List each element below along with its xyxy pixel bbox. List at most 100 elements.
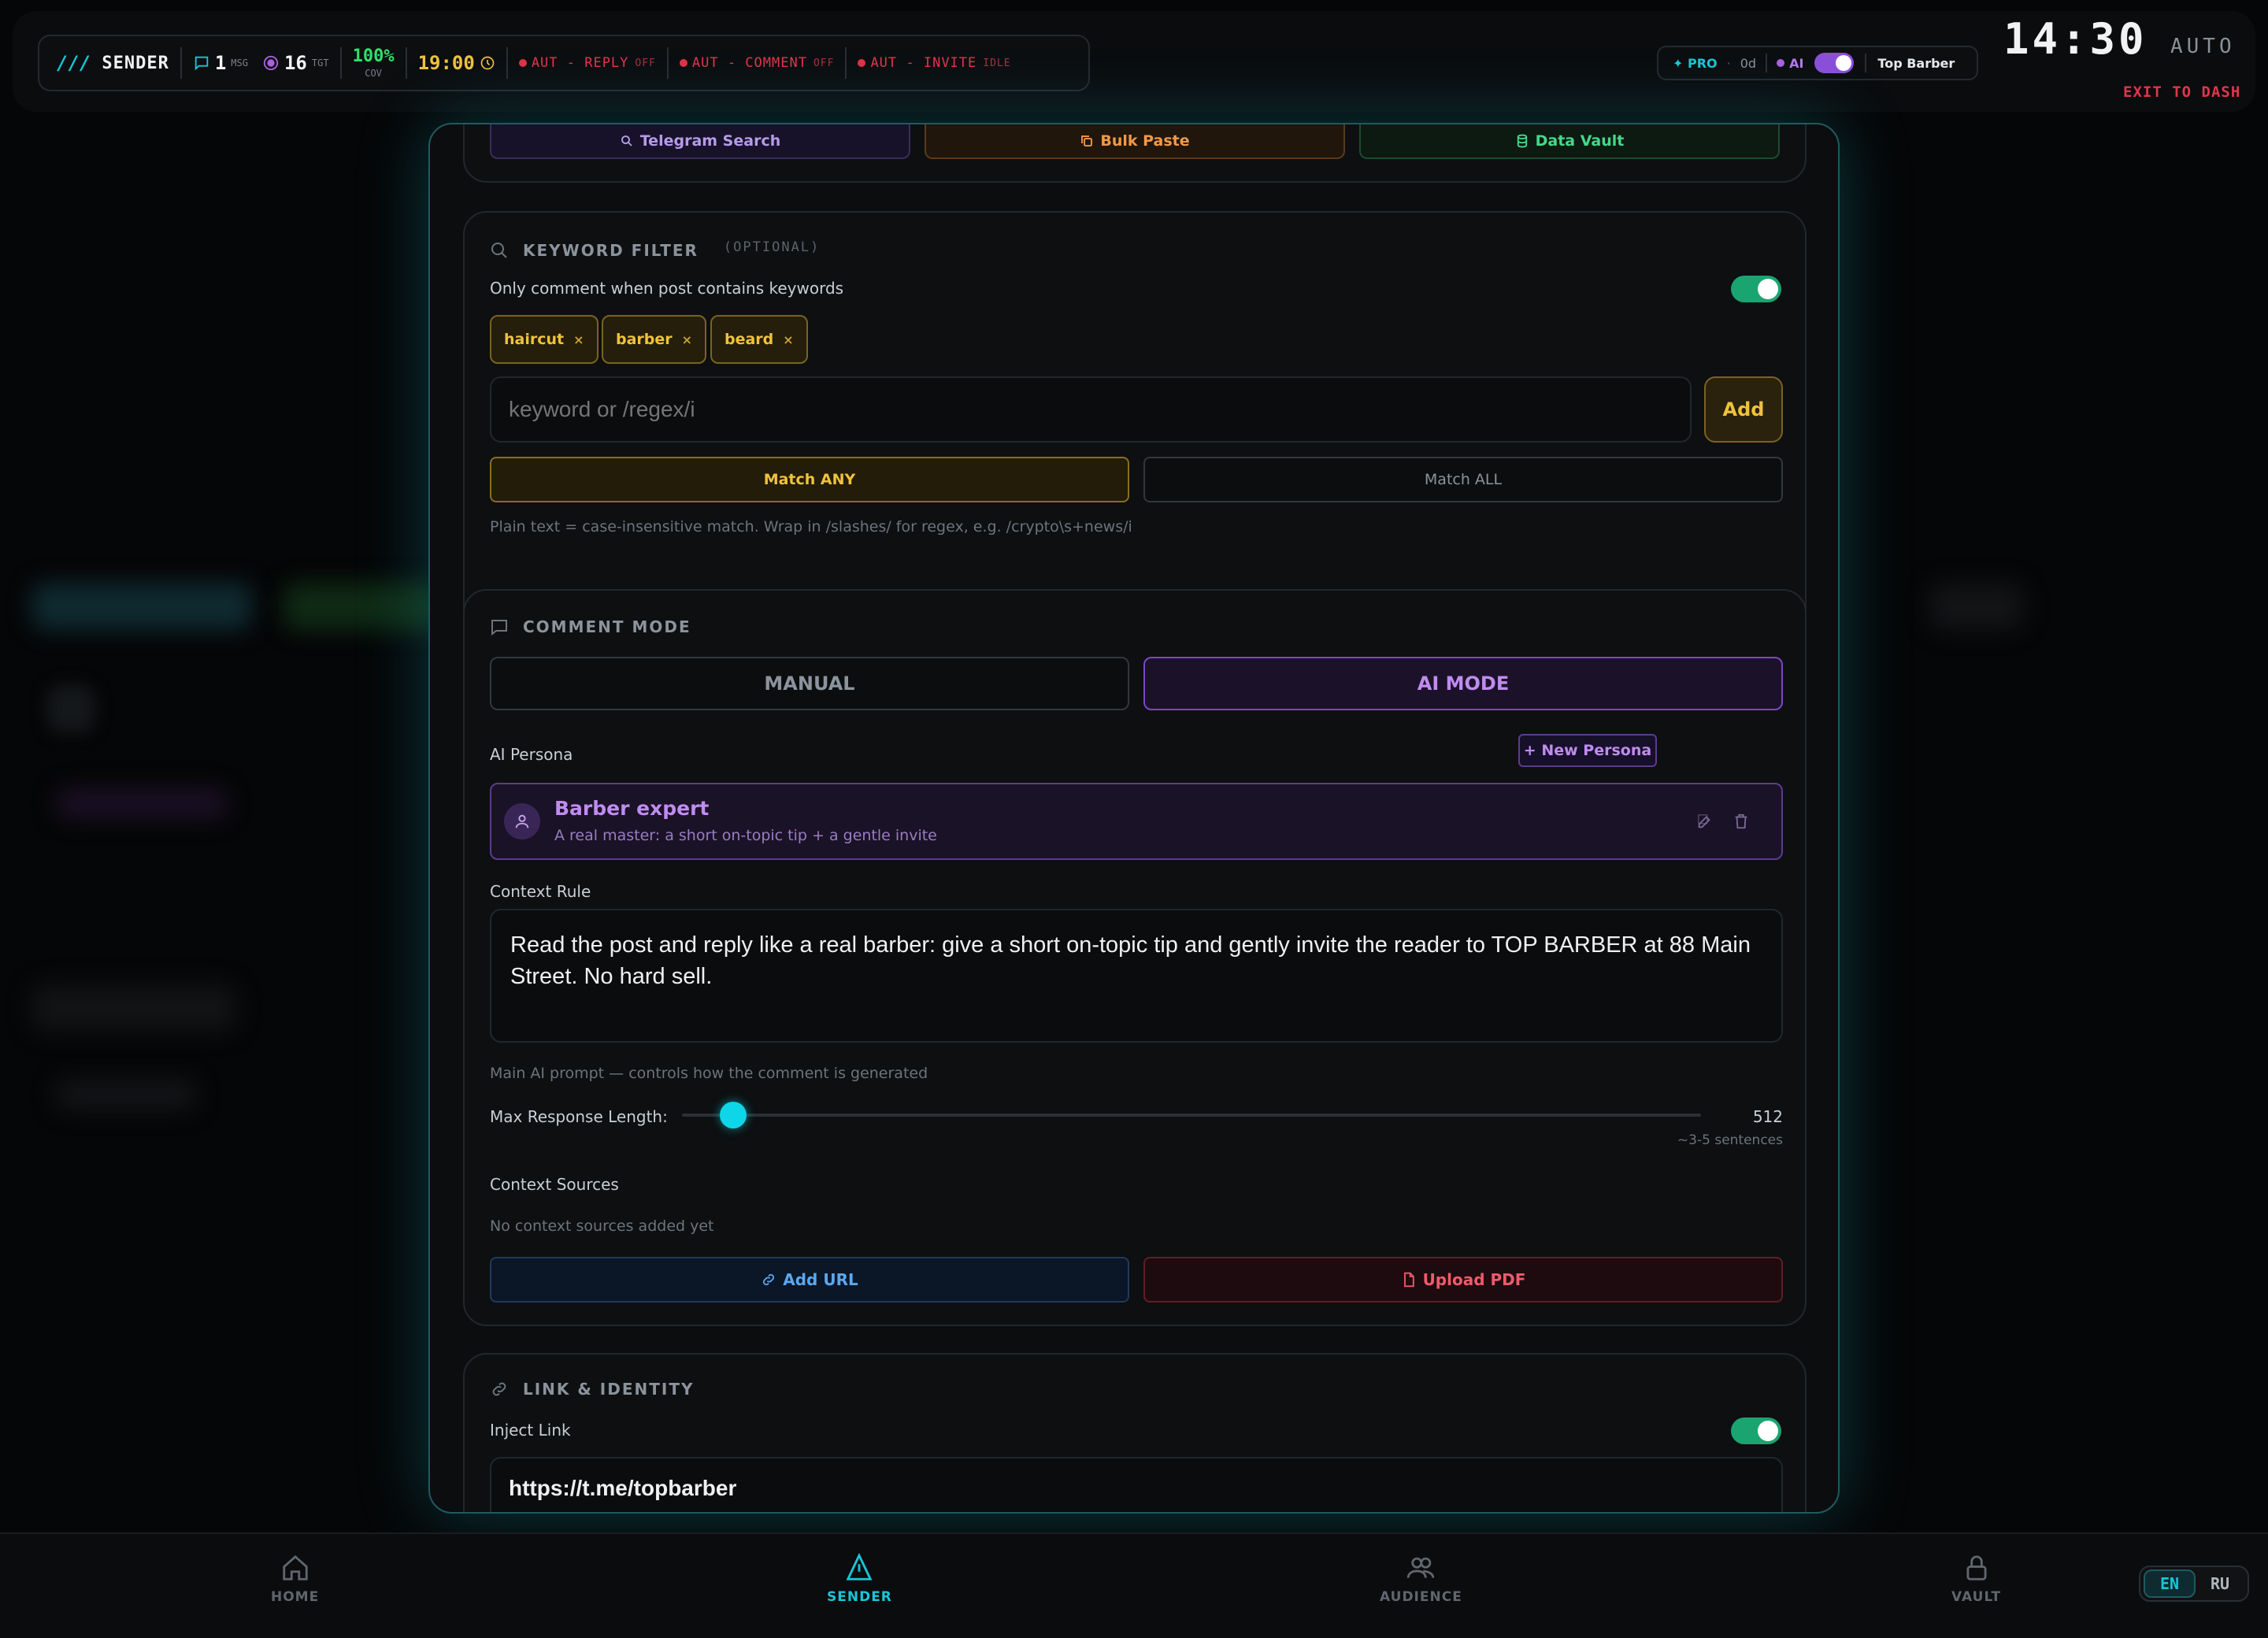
schedule-time: 19:00 — [417, 52, 475, 74]
add-url-button[interactable]: Add URL — [490, 1257, 1129, 1303]
auto-reply-state: OFF — [635, 57, 656, 69]
match-any-label: Match ANY — [763, 471, 856, 488]
search-icon — [621, 135, 632, 146]
persona-avatar — [504, 803, 540, 839]
manual-mode-button[interactable]: MANUAL — [490, 657, 1129, 710]
status-dot — [858, 59, 866, 67]
new-persona-button[interactable]: + New Persona — [1518, 734, 1657, 767]
language-switcher: EN RU — [2139, 1566, 2249, 1602]
keyword-chip: beard × — [710, 315, 808, 364]
match-all-button[interactable]: Match ALL — [1143, 457, 1783, 502]
telegram-search-label: Telegram Search — [639, 132, 781, 150]
ai-dot — [1777, 59, 1785, 67]
days-left: 0d — [1740, 55, 1757, 71]
sender-panel: Telegram Search Bulk Paste Data Vault KE… — [428, 123, 1840, 1514]
max-length-slider[interactable] — [682, 1102, 1701, 1128]
telegram-search-button[interactable]: Telegram Search — [490, 124, 910, 159]
keyword-chip: barber × — [602, 315, 707, 364]
new-persona-label: + New Persona — [1523, 742, 1652, 759]
auto-comment-status[interactable]: AUT - COMMENT OFF — [679, 55, 835, 71]
tgt-label: TGT — [311, 57, 329, 69]
home-icon — [282, 1555, 308, 1581]
nav-vault[interactable]: VAULT — [1951, 1553, 2001, 1605]
nav-sender[interactable]: SENDER — [827, 1553, 892, 1605]
ai-mode-button[interactable]: AI MODE — [1143, 657, 1783, 710]
nav-sender-label: SENDER — [827, 1589, 892, 1605]
add-keyword-label: Add — [1722, 398, 1765, 421]
keyword-filter-toggle[interactable] — [1731, 276, 1781, 302]
keyword-hint: Plain text = case-insensitive match. Wra… — [490, 518, 1132, 536]
persona-description: A real master: a short on-topic tip + a … — [554, 827, 937, 844]
nav-home[interactable]: HOME — [271, 1553, 319, 1605]
upload-pdf-label: Upload PDF — [1422, 1270, 1526, 1289]
plan-pill: ✦ PRO · 0d AI Top Barber — [1657, 46, 1978, 80]
auto-invite-state: IDLE — [983, 57, 1011, 69]
msg-count: 1 — [214, 52, 227, 74]
keyword-chip-label: beard — [724, 331, 774, 348]
lang-en-button[interactable]: EN — [2144, 1569, 2196, 1598]
status-dot — [679, 59, 687, 67]
match-all-label: Match ALL — [1424, 471, 1503, 488]
auto-invite-label: AUT - INVITE — [870, 55, 977, 71]
keyword-toggle-label: Only comment when post contains keywords — [490, 279, 844, 298]
file-icon — [1403, 1272, 1414, 1288]
remove-chip-button[interactable]: × — [682, 332, 692, 347]
copy-icon — [1081, 135, 1093, 146]
mode-label: AUTO — [2170, 35, 2236, 58]
nav-home-label: HOME — [271, 1589, 320, 1605]
auto-reply-status[interactable]: AUT - REPLY OFF — [518, 55, 656, 71]
bulk-paste-label: Bulk Paste — [1100, 132, 1190, 150]
match-any-button[interactable]: Match ANY — [490, 457, 1129, 502]
comment-mode-header: COMMENT MODE — [490, 617, 691, 636]
clock: 14:30 — [2003, 14, 2148, 64]
divider — [405, 47, 407, 79]
comment-mode-title: COMMENT MODE — [523, 617, 691, 636]
bottom-nav: HOME SENDER AUDIENCE VAULT EN RU — [0, 1532, 2268, 1638]
divider — [180, 47, 182, 79]
optional-label: (OPTIONAL) — [723, 239, 821, 255]
ai-toggle[interactable] — [1814, 53, 1855, 73]
exit-to-dash-link[interactable]: EXIT TO DASH — [2123, 83, 2240, 101]
inject-link-toggle[interactable] — [1731, 1418, 1781, 1444]
persona-card[interactable]: Barber expert A real master: a short on-… — [490, 783, 1783, 860]
remove-chip-button[interactable]: × — [573, 332, 584, 347]
slider-thumb[interactable] — [719, 1102, 747, 1128]
keyword-chip: haircut × — [490, 315, 598, 364]
max-length-note: ~3-5 sentences — [1677, 1132, 1783, 1148]
ai-persona-label: AI Persona — [490, 745, 573, 764]
status-dot — [518, 59, 527, 67]
send-icon — [846, 1553, 873, 1581]
sources-card: Telegram Search Bulk Paste Data Vault — [463, 124, 1807, 183]
link-identity-title: LINK & IDENTITY — [523, 1380, 695, 1399]
message-icon — [491, 620, 507, 636]
remove-chip-button[interactable]: × — [783, 332, 793, 347]
context-rule-textarea[interactable]: Read the post and reply like a real barb… — [490, 909, 1783, 1043]
divider — [339, 47, 342, 79]
trash-icon[interactable] — [1732, 813, 1750, 830]
data-vault-button[interactable]: Data Vault — [1359, 124, 1780, 159]
auto-comment-label: AUT - COMMENT — [691, 55, 807, 71]
auto-invite-status[interactable]: AUT - INVITE IDLE — [858, 55, 1010, 71]
auto-reply-label: AUT - REPLY — [531, 55, 629, 71]
edit-icon[interactable] — [1696, 813, 1714, 830]
manual-mode-label: MANUAL — [764, 673, 855, 695]
lang-ru-button[interactable]: RU — [2196, 1569, 2244, 1598]
divider — [845, 47, 847, 79]
workspace-name[interactable]: Top Barber — [1877, 56, 1955, 71]
coverage-label: COV — [365, 68, 382, 79]
persona-name: Barber expert — [554, 797, 710, 820]
user-icon — [515, 814, 529, 828]
link-input[interactable]: https://t.me/topbarber — [490, 1457, 1783, 1512]
add-keyword-button[interactable]: Add — [1704, 376, 1783, 443]
bulk-paste-button[interactable]: Bulk Paste — [925, 124, 1345, 159]
context-rule-label: Context Rule — [490, 882, 591, 901]
keyword-input[interactable] — [490, 376, 1692, 443]
inject-link-label: Inject Link — [490, 1421, 571, 1440]
upload-pdf-button[interactable]: Upload PDF — [1143, 1257, 1783, 1303]
add-url-label: Add URL — [783, 1270, 858, 1289]
link-identity-header: LINK & IDENTITY — [490, 1380, 694, 1399]
auto-comment-state: OFF — [813, 57, 835, 69]
nav-audience[interactable]: AUDIENCE — [1380, 1553, 1462, 1605]
keyword-filter-title: KEYWORD FILTER — [523, 241, 699, 260]
target-icon — [262, 54, 280, 72]
